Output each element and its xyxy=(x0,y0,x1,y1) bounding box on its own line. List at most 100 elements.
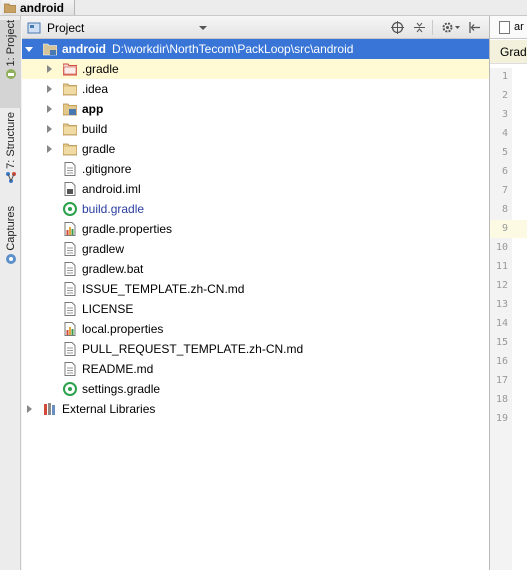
expand-toggle[interactable] xyxy=(45,105,53,113)
tree-item[interactable]: gradle.properties xyxy=(22,219,489,239)
expand-toggle[interactable] xyxy=(25,45,33,53)
target-icon[interactable] xyxy=(390,20,404,34)
folder-red-icon xyxy=(63,63,77,76)
tree-item[interactable]: gradlew.bat xyxy=(22,259,489,279)
line-number: 14 xyxy=(495,318,508,329)
file-icon xyxy=(64,362,76,376)
tree-root-android[interactable]: android D:\workdir\NorthTecom\PackLoop\sr… xyxy=(22,39,489,59)
tree-item[interactable]: build.gradle xyxy=(22,199,489,219)
tree-item[interactable]: gradlew xyxy=(22,239,489,259)
chevron-down-icon xyxy=(199,26,207,30)
captures-icon xyxy=(5,253,16,264)
line-number: 4 xyxy=(501,128,508,139)
libraries-icon xyxy=(44,403,55,415)
module-folder-icon xyxy=(43,43,57,56)
line-number: 16 xyxy=(495,356,508,367)
line-number: 5 xyxy=(501,147,508,158)
tree-item-label: gradlew.bat xyxy=(82,262,144,276)
tree-children: .gradle .idea app build gradle .gitignore andr… xyxy=(22,59,489,399)
file-icon xyxy=(64,282,76,296)
tree-item-label: gradle.properties xyxy=(82,222,173,236)
tool-tab-captures-label: Captures xyxy=(4,206,17,251)
file-icon xyxy=(64,302,76,316)
line-number: 9 xyxy=(501,223,508,234)
line-number: 2 xyxy=(501,90,508,101)
file-icon xyxy=(499,21,510,34)
root-path: D:\workdir\NorthTecom\PackLoop\src\andro… xyxy=(112,42,354,56)
project-panel-header: Project xyxy=(22,16,489,39)
project-view-icon xyxy=(27,22,41,33)
folder-icon xyxy=(4,3,16,13)
editor-tab-label: ar xyxy=(514,21,524,33)
tree-item-label: .idea xyxy=(82,82,109,96)
file-icon xyxy=(64,162,76,176)
line-number: 12 xyxy=(495,280,508,291)
hide-panel-icon[interactable] xyxy=(467,20,481,34)
gear-icon[interactable] xyxy=(441,20,461,34)
tree-item[interactable]: local.properties xyxy=(22,319,489,339)
breadcrumb-android[interactable]: android xyxy=(2,0,75,15)
tree-item-label: app xyxy=(82,102,104,116)
line-number: 19 xyxy=(495,413,508,424)
breadcrumb-label: android xyxy=(20,0,64,15)
project-view-selector[interactable]: Project xyxy=(26,18,210,37)
file-icon xyxy=(64,242,76,256)
tree-item-label: android.iml xyxy=(82,182,141,196)
tree-item-label: gradlew xyxy=(82,242,125,256)
line-number: 15 xyxy=(495,337,508,348)
line-number: 11 xyxy=(495,261,508,272)
tool-tab-structure[interactable]: 7: Structure xyxy=(0,112,21,190)
tree-item[interactable]: LICENSE xyxy=(22,299,489,319)
tool-window-strip: 1: Project 7: Structure Captures xyxy=(0,16,21,570)
tree-item-label: .gitignore xyxy=(82,162,132,176)
editor-breadcrumb[interactable]: Gradl xyxy=(490,40,527,64)
expand-toggle[interactable] xyxy=(45,125,53,133)
tool-tab-project-label: 1: Project xyxy=(4,20,17,67)
line-number: 8 xyxy=(501,204,508,215)
tree-item[interactable]: gradle xyxy=(22,139,489,159)
properties-icon xyxy=(64,322,76,336)
line-number: 3 xyxy=(501,109,508,120)
tree-item[interactable]: ISSUE_TEMPLATE.zh-CN.md xyxy=(22,279,489,299)
tool-tab-project[interactable]: 1: Project xyxy=(0,20,21,108)
tree-item[interactable]: .gradle xyxy=(22,59,489,79)
line-number: 7 xyxy=(501,185,508,196)
structure-icon xyxy=(5,171,16,183)
expand-toggle[interactable] xyxy=(45,85,53,93)
tree-item-label: .gradle xyxy=(82,62,119,76)
tree-item[interactable]: .gitignore xyxy=(22,159,489,179)
project-tree: android D:\workdir\NorthTecom\PackLoop\sr… xyxy=(22,39,489,419)
expand-toggle[interactable] xyxy=(45,145,53,153)
editor-area: ar Gradl 1 2 3 4 5 6 7 8 9 10 11 12 13 14 15 16 17 18 19 xyxy=(489,16,527,570)
file-icon xyxy=(64,262,76,276)
tree-item[interactable]: android.iml xyxy=(22,179,489,199)
tree-item[interactable]: .idea xyxy=(22,79,489,99)
tree-item[interactable]: settings.gradle xyxy=(22,379,489,399)
tree-item-label: local.properties xyxy=(82,322,164,336)
tree-item-label: PULL_REQUEST_TEMPLATE.zh-CN.md xyxy=(82,342,304,356)
expand-toggle[interactable] xyxy=(25,405,33,413)
tree-item-label: build.gradle xyxy=(82,202,145,216)
tree-item-label: ISSUE_TEMPLATE.zh-CN.md xyxy=(82,282,245,296)
tree-item-label: build xyxy=(82,122,108,136)
tree-item[interactable]: README.md xyxy=(22,359,489,379)
folder-icon xyxy=(63,123,77,136)
tree-item[interactable]: build xyxy=(22,119,489,139)
line-number: 6 xyxy=(501,166,508,177)
line-number: 17 xyxy=(495,375,508,386)
collapse-all-icon[interactable] xyxy=(412,20,426,34)
tree-item[interactable]: PULL_REQUEST_TEMPLATE.zh-CN.md xyxy=(22,339,489,359)
tree-item-label: LICENSE xyxy=(82,302,134,316)
gradle-icon xyxy=(63,202,77,216)
root-label: android xyxy=(62,42,106,56)
tool-tab-captures[interactable]: Captures xyxy=(0,206,21,272)
expand-toggle[interactable] xyxy=(45,65,53,73)
project-panel: Project android D:\workdir\NorthTecom\Pac… xyxy=(22,16,489,570)
gradle-icon xyxy=(63,382,77,396)
folder-icon xyxy=(63,83,77,96)
header-separator xyxy=(432,20,433,35)
editor-tab[interactable]: ar xyxy=(490,16,527,39)
tree-item[interactable]: app xyxy=(22,99,489,119)
tree-item-external-libraries[interactable]: External Libraries xyxy=(22,399,489,419)
editor-breadcrumb-label: Gradl xyxy=(500,45,527,59)
